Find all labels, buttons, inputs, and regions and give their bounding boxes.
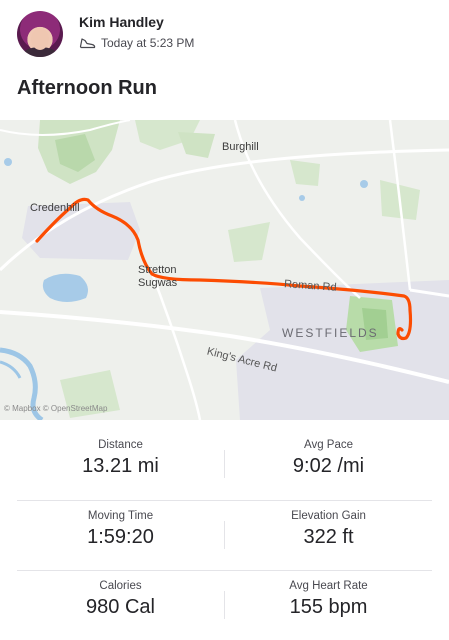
stat-moving-time: Moving Time 1:59:20 — [17, 501, 224, 549]
avatar-face — [31, 28, 49, 50]
map-lake — [42, 273, 88, 302]
stat-label: Moving Time — [87, 510, 154, 522]
stat-distance: Distance 13.21 mi — [17, 430, 224, 478]
map-pond — [360, 180, 368, 188]
map-park — [228, 222, 270, 262]
stat-value: 13.21 mi — [82, 455, 159, 477]
stat-label: Calories — [99, 580, 142, 592]
avatar[interactable] — [17, 11, 63, 57]
map-label-stretton: Stretton — [138, 264, 177, 276]
activity-title[interactable]: Afternoon Run — [17, 77, 157, 100]
map-urban-area — [236, 280, 449, 420]
route-map[interactable]: Burghill Credenhill Stretton Sugwas Roma… — [0, 120, 449, 420]
stat-value: 322 ft — [303, 526, 354, 548]
shoe-icon — [79, 38, 96, 49]
map-label-burghill: Burghill — [222, 141, 259, 153]
stat-label: Avg Heart Rate — [289, 580, 368, 592]
map-label-credenhill: Credenhill — [30, 202, 80, 214]
athlete-name[interactable]: Kim Handley — [79, 14, 164, 30]
stat-label: Elevation Gain — [291, 510, 366, 522]
map-park — [178, 132, 215, 158]
stat-avg-pace: Avg Pace 9:02 /mi — [225, 430, 432, 478]
map-pond — [299, 195, 305, 201]
stat-elevation-gain: Elevation Gain 322 ft — [225, 501, 432, 549]
stat-calories: Calories 980 Cal — [17, 571, 224, 619]
activity-header: Kim Handley Today at 5:23 PM — [0, 0, 449, 70]
stat-value: 9:02 /mi — [292, 455, 365, 477]
stat-avg-heart-rate: Avg Heart Rate 155 bpm — [225, 571, 432, 619]
stat-value: 1:59:20 — [87, 526, 154, 548]
stat-row: Calories 980 Cal Avg Heart Rate 155 bpm — [17, 570, 432, 640]
activity-timestamp: Today at 5:23 PM — [101, 36, 195, 50]
stat-label: Avg Pace — [303, 439, 353, 451]
stat-row: Moving Time 1:59:20 Elevation Gain 322 f… — [17, 500, 432, 570]
map-park — [290, 160, 320, 186]
map-label-westfields: WESTFIELDS — [282, 326, 379, 340]
activity-meta: Today at 5:23 PM — [79, 36, 194, 50]
map-stream — [0, 360, 22, 379]
stat-label: Distance — [98, 439, 143, 451]
stat-value: 980 Cal — [86, 596, 155, 618]
map-road — [148, 267, 202, 420]
map-pond — [4, 158, 12, 166]
map-canvas — [0, 120, 449, 420]
stats-grid: Distance 13.21 mi Avg Pace 9:02 /mi Movi… — [17, 430, 432, 640]
stat-value: 155 bpm — [289, 596, 368, 618]
map-attribution[interactable]: © Mapbox © OpenStreetMap — [4, 404, 107, 413]
map-label-sugwas: Sugwas — [138, 277, 178, 289]
stat-row: Distance 13.21 mi Avg Pace 9:02 /mi — [17, 430, 432, 500]
